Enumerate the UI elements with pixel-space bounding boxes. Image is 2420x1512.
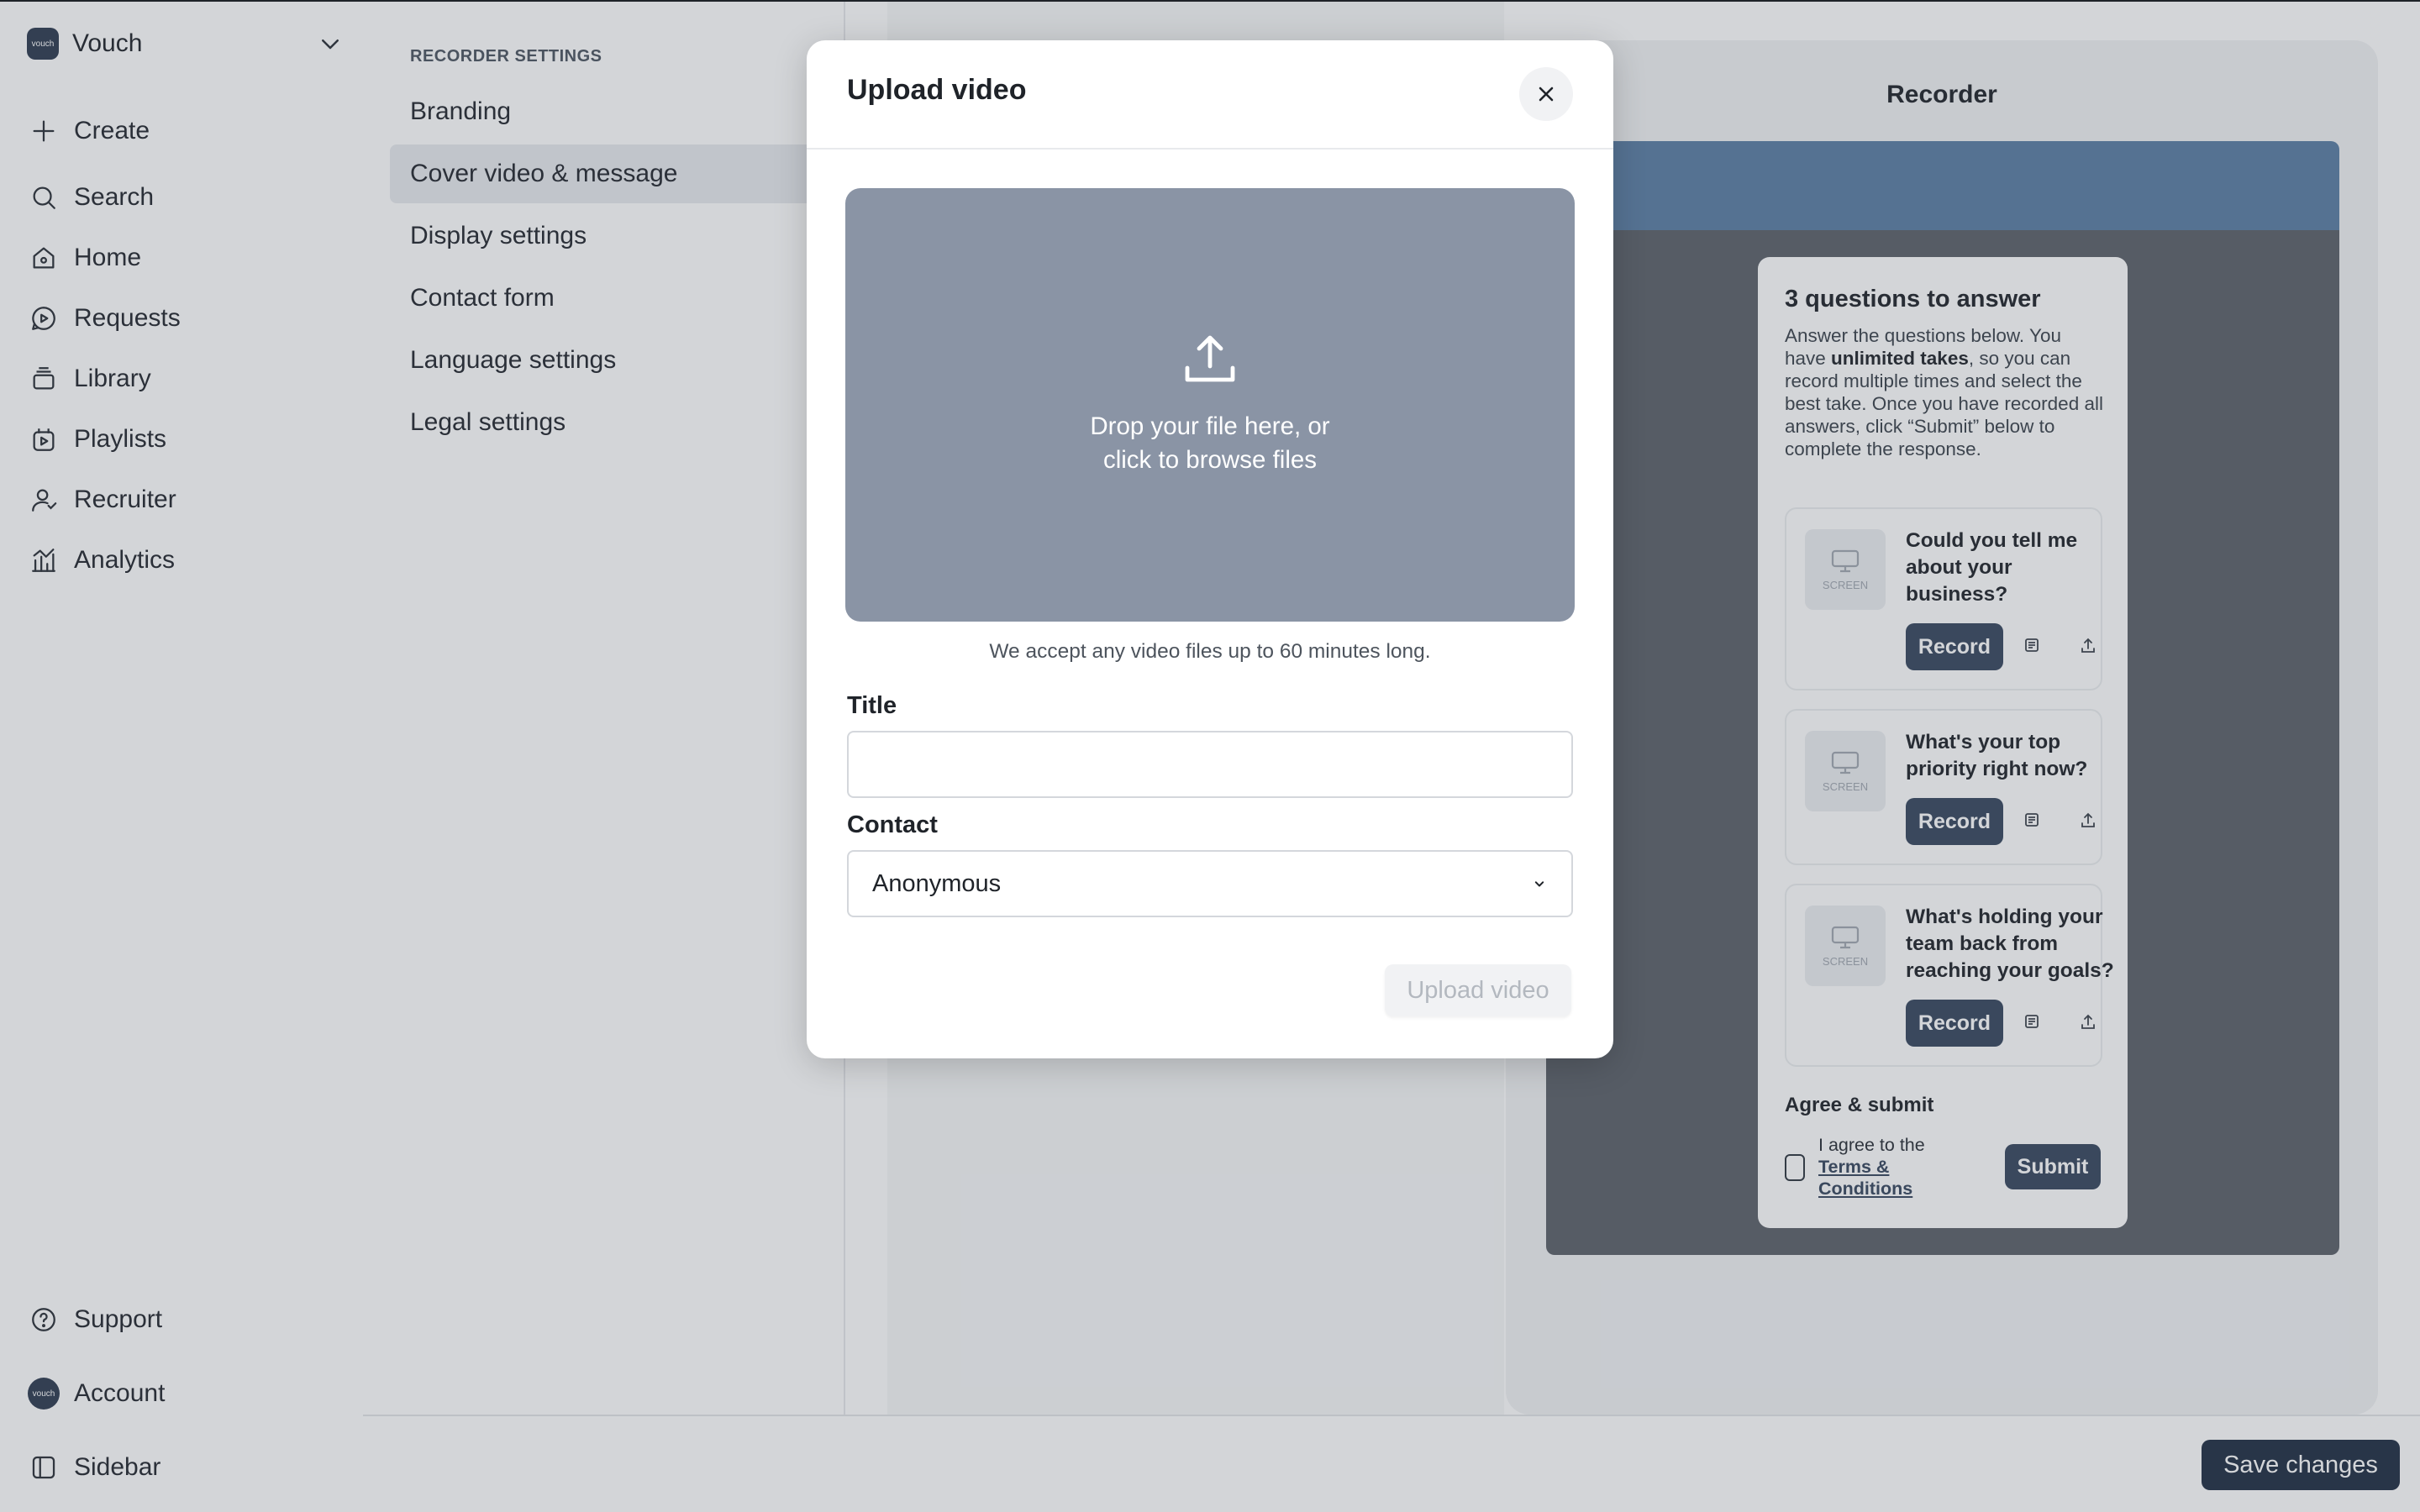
file-limit-note: We accept any video files up to 60 minut…	[989, 640, 1431, 663]
dialog-title: Upload video	[847, 74, 1027, 106]
window-top-border	[0, 0, 2420, 2]
dialog-divider	[807, 148, 1613, 150]
upload-icon	[1182, 333, 1238, 385]
file-dropzone[interactable]: Drop your file here, or click to browse …	[845, 188, 1575, 622]
dropzone-text: Drop your file here, or click to browse …	[1090, 412, 1330, 474]
contact-select[interactable]: Anonymous	[847, 850, 1573, 917]
chevron-down-icon	[1531, 875, 1548, 892]
contact-label: Contact	[847, 811, 938, 838]
close-button[interactable]	[1519, 67, 1573, 121]
close-icon	[1534, 82, 1558, 106]
upload-video-button[interactable]: Upload video	[1385, 964, 1571, 1016]
title-label: Title	[847, 692, 897, 719]
title-input[interactable]	[847, 731, 1573, 798]
contact-value: Anonymous	[872, 869, 1002, 897]
